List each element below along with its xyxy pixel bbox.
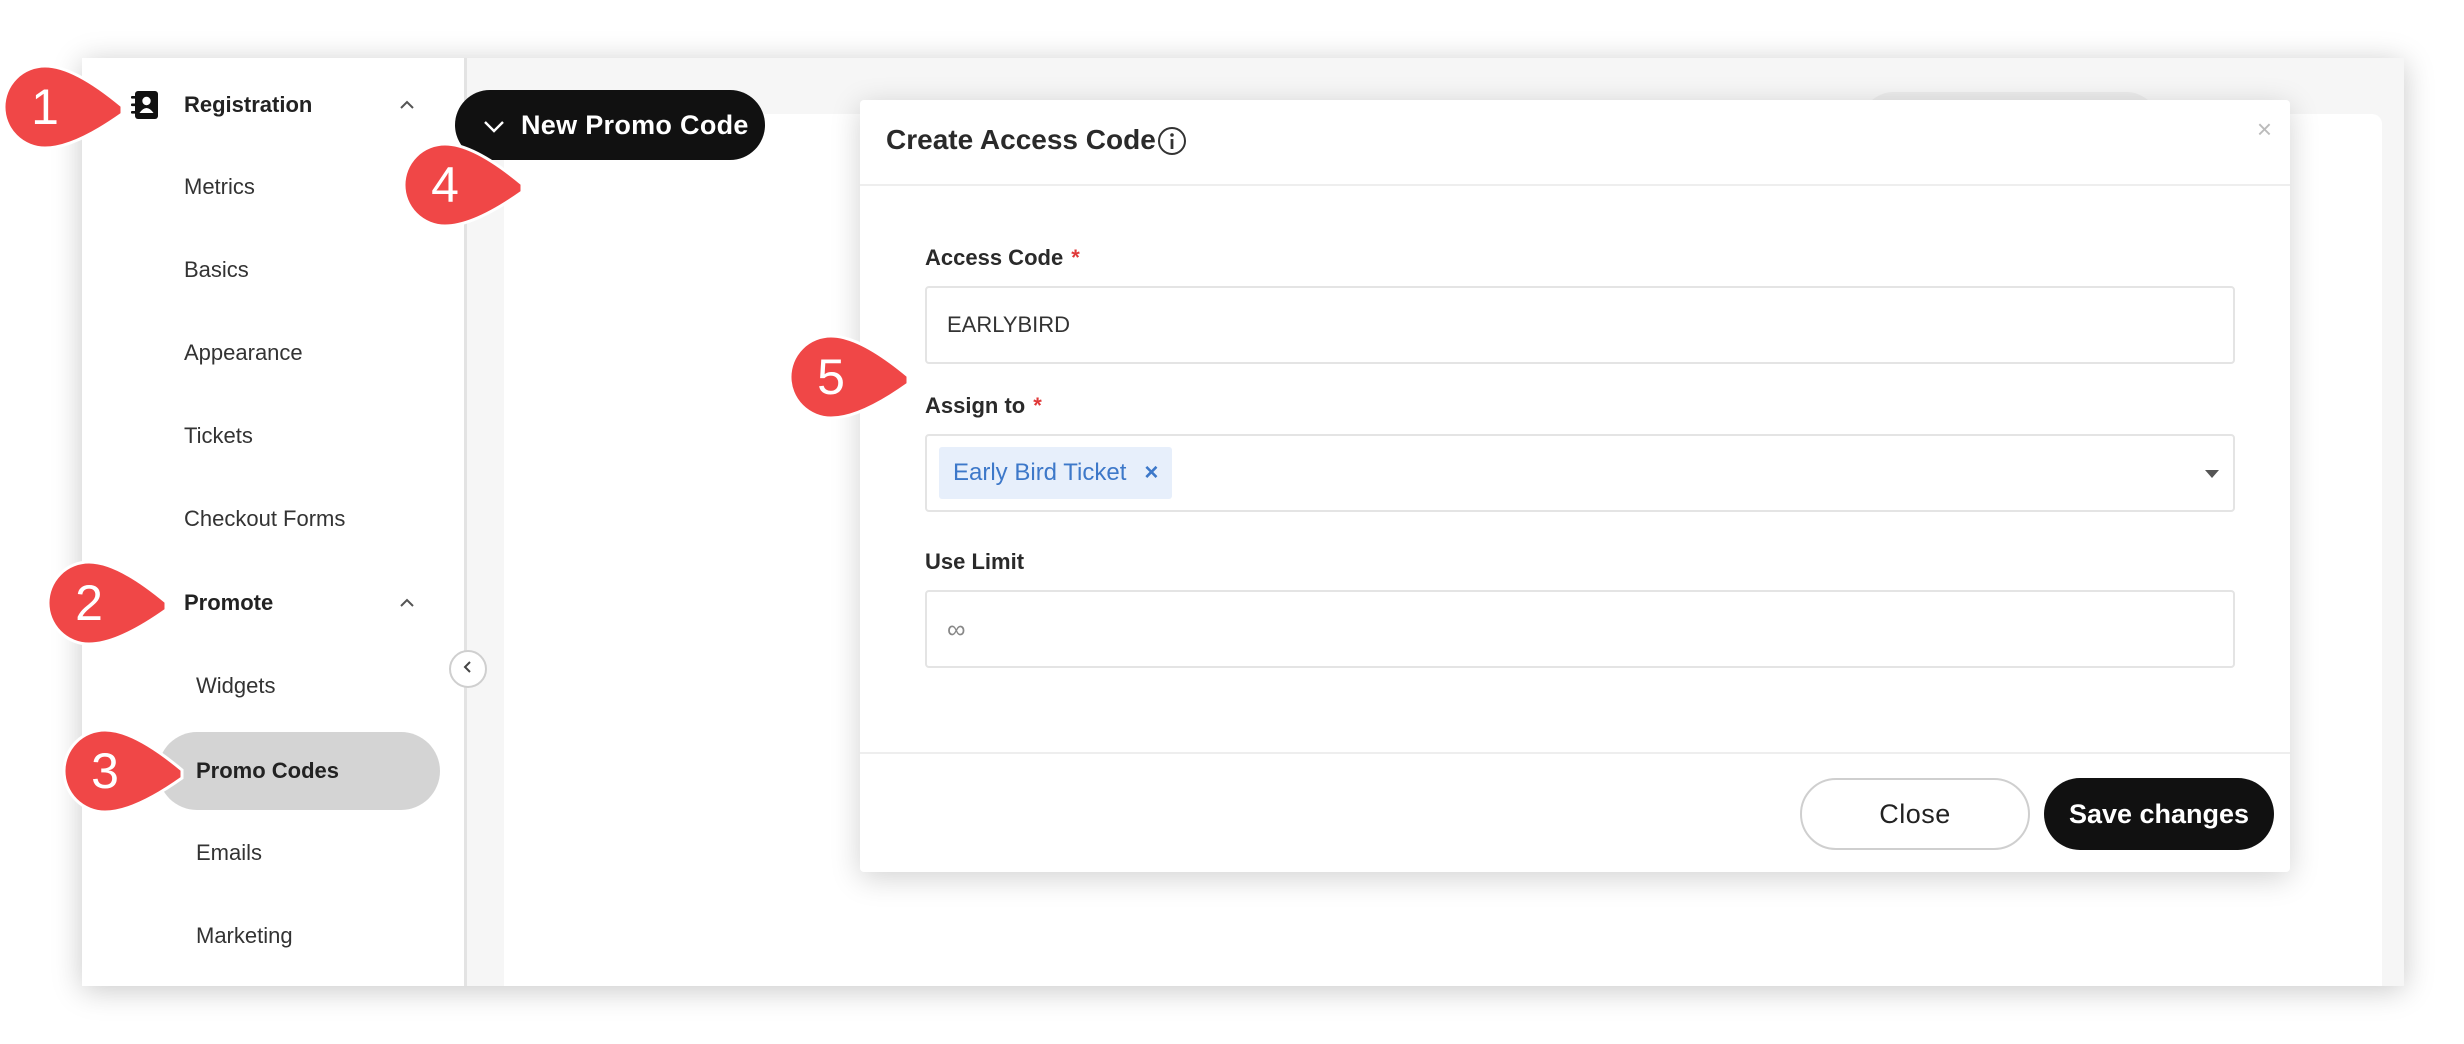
callout-number: 1	[31, 79, 59, 135]
dropdown-caret-icon[interactable]	[2205, 470, 2219, 478]
use-limit-label: Use Limit	[925, 549, 1025, 574]
use-limit-input[interactable]: ∞	[925, 590, 2235, 668]
chevron-left-icon	[460, 659, 476, 680]
callout-marker-2: 2	[46, 560, 208, 652]
info-icon[interactable]	[1156, 125, 1188, 157]
close-button[interactable]: Close	[1800, 778, 2030, 850]
modal-close-icon[interactable]: ×	[2257, 114, 2272, 145]
callout-number: 2	[75, 575, 103, 631]
sidebar-item-appearance[interactable]: Appearance	[184, 333, 303, 373]
chevron-up-icon[interactable]	[397, 95, 417, 115]
assign-to-select[interactable]: Early Bird Ticket ×	[925, 434, 2235, 512]
chevron-up-icon[interactable]	[397, 593, 417, 613]
save-changes-button[interactable]: Save changes	[2044, 778, 2274, 850]
required-mark: *	[1033, 393, 1042, 418]
callout-marker-1: 1	[2, 64, 164, 156]
sidebar-item-tickets[interactable]: Tickets	[184, 416, 253, 456]
ticket-tag-label: Early Bird Ticket	[953, 459, 1127, 486]
required-mark: *	[1071, 245, 1080, 270]
callout-number: 5	[817, 349, 845, 405]
callout-marker-5: 5	[788, 334, 950, 426]
modal-header: Create Access Code ×	[860, 100, 2290, 186]
ticket-tag: Early Bird Ticket ×	[939, 447, 1173, 499]
new-promo-code-label: New Promo Code	[521, 109, 749, 140]
modal-title: Create Access Code	[886, 124, 1156, 155]
sidebar-item-basics[interactable]: Basics	[184, 250, 249, 290]
sidebar-item-metrics[interactable]: Metrics	[184, 167, 255, 207]
sidebar-item-checkout-forms[interactable]: Checkout Forms	[184, 499, 345, 539]
callout-number: 3	[91, 743, 119, 799]
sidebar-item-widgets[interactable]: Widgets	[196, 666, 275, 706]
modal-footer: Close Save changes	[860, 752, 2290, 872]
sidebar-item-emails[interactable]: Emails	[196, 833, 262, 873]
access-code-value: EARLYBIRD	[947, 312, 1071, 337]
create-access-code-modal: Create Access Code × Access Code * EARLYB…	[860, 100, 2290, 872]
callout-marker-4: 4	[402, 142, 564, 234]
sidebar-collapse-button[interactable]	[449, 650, 487, 688]
callout-marker-3: 3	[62, 728, 224, 820]
access-code-label-text: Access Code	[925, 245, 1064, 270]
sidebar-item-marketing[interactable]: Marketing	[196, 916, 293, 956]
tag-remove-icon[interactable]: ×	[1144, 459, 1158, 487]
sidebar-section-label: Registration	[184, 92, 313, 117]
callout-number: 4	[431, 157, 459, 213]
chevron-down-icon	[483, 110, 505, 141]
access-code-label: Access Code *	[925, 245, 1080, 271]
access-code-input[interactable]: EARLYBIRD	[925, 286, 2235, 364]
use-limit-placeholder: ∞	[947, 613, 966, 644]
